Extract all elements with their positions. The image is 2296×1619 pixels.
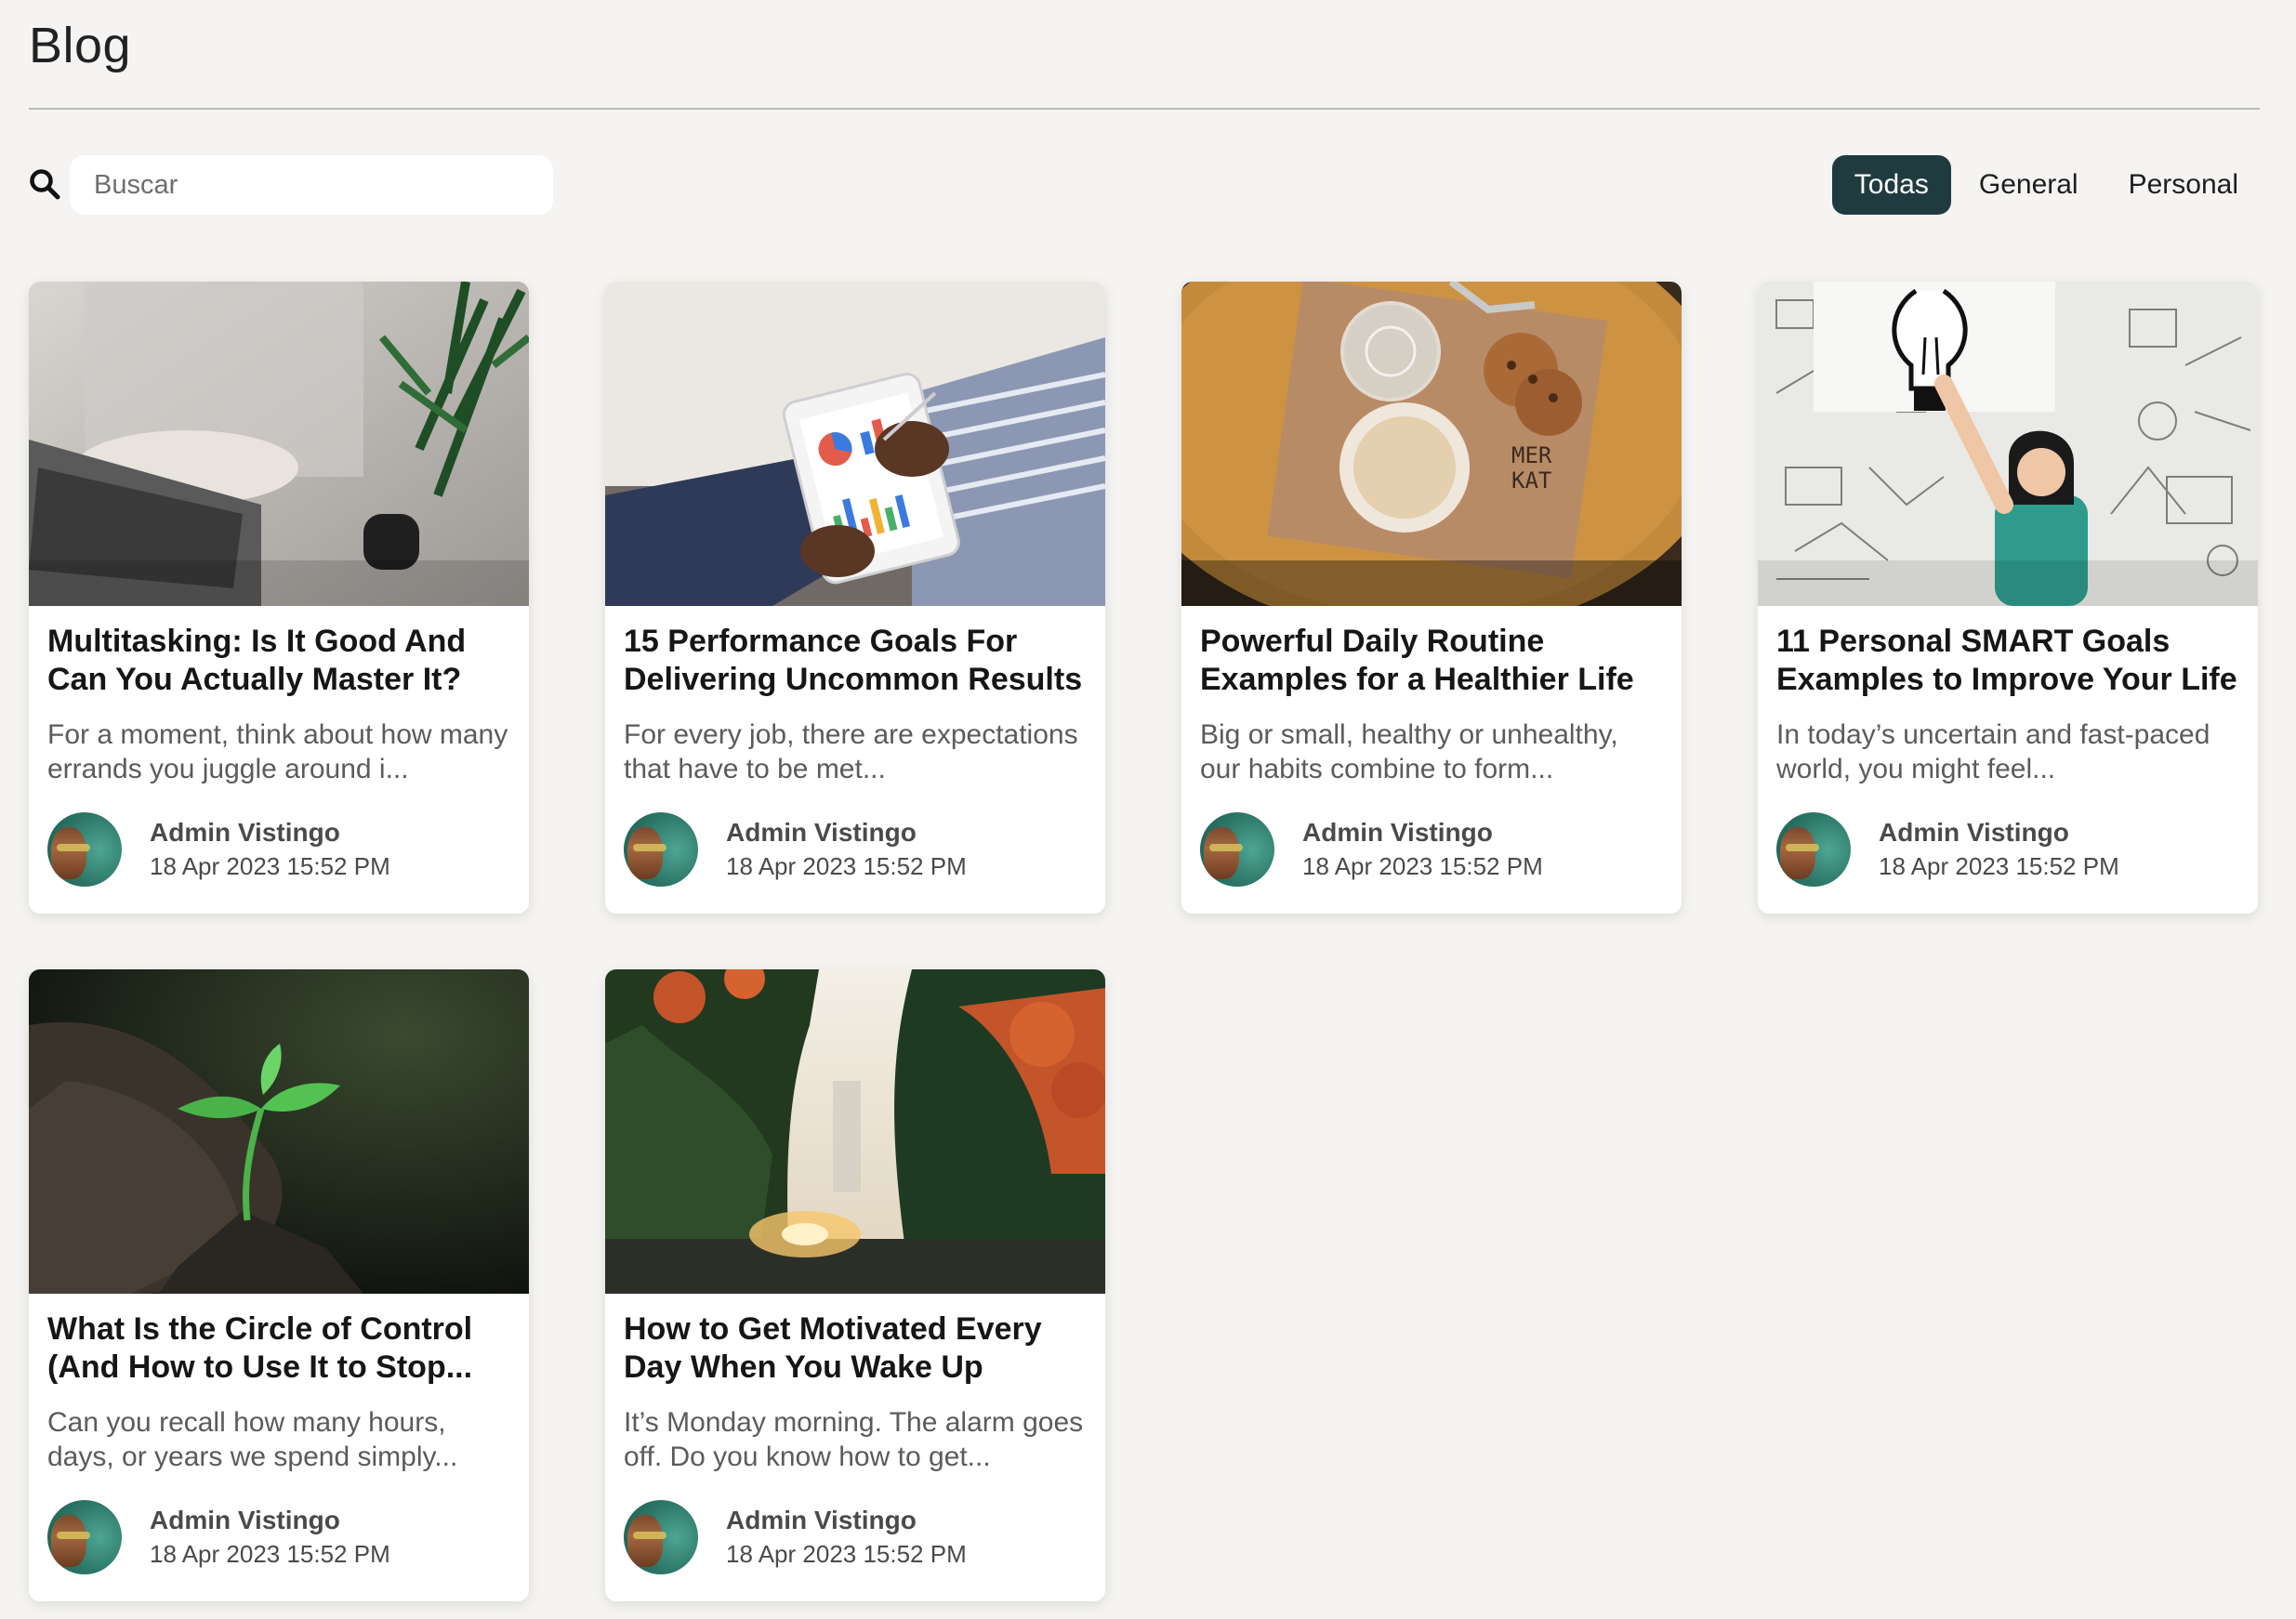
post-title[interactable]: What Is the Circle of Control (And How t…	[47, 1310, 510, 1387]
post-date: 18 Apr 2023 15:52 PM	[726, 852, 967, 880]
post-image-sprout[interactable]	[29, 969, 529, 1294]
header-divider	[29, 108, 2260, 110]
author-avatar	[1776, 812, 1851, 887]
post-excerpt: Big or small, healthy or unhealthy, our …	[1200, 719, 1618, 784]
post-title[interactable]: Multitasking: Is It Good And Can You Act…	[47, 623, 510, 699]
filter-todas[interactable]: Todas	[1831, 155, 1951, 215]
post-image-lightbulb[interactable]	[1758, 282, 2258, 606]
post-date: 18 Apr 2023 15:52 PM	[726, 1540, 967, 1568]
post-image-coffee[interactable]: MER KAT	[1181, 282, 1682, 606]
post-excerpt: Can you recall how many hours, days, or …	[47, 1407, 458, 1472]
post-date: 18 Apr 2023 15:52 PM	[1302, 852, 1543, 880]
post-image-tablet[interactable]	[605, 282, 1105, 606]
post-card[interactable]: How to Get Motivated Every Day When You …	[605, 969, 1105, 1601]
author-name: Admin Vistingo	[1879, 818, 2069, 847]
post-date: 18 Apr 2023 15:52 PM	[150, 1540, 390, 1568]
svg-text:MER: MER	[1511, 442, 1552, 468]
svg-text:KAT: KAT	[1511, 467, 1551, 494]
post-author: Admin Vistingo 18 Apr 2023 15:52 PM	[1776, 812, 2239, 887]
post-title[interactable]: 15 Performance Goals For Delivering Unco…	[624, 623, 1087, 699]
author-name: Admin Vistingo	[726, 818, 917, 847]
post-card[interactable]: 11 Personal SMART Goals Examples to Impr…	[1758, 282, 2258, 914]
author-name: Admin Vistingo	[1302, 818, 1493, 847]
author-name: Admin Vistingo	[150, 1506, 340, 1534]
post-author: Admin Vistingo 18 Apr 2023 15:52 PM	[1200, 812, 1663, 887]
author-name: Admin Vistingo	[726, 1506, 917, 1534]
author-avatar	[624, 812, 698, 887]
search-icon[interactable]	[29, 168, 60, 200]
post-date: 18 Apr 2023 15:52 PM	[150, 852, 390, 880]
page-title: Blog	[29, 18, 132, 73]
post-author: Admin Vistingo 18 Apr 2023 15:52 PM	[47, 1500, 510, 1574]
post-image-laptop[interactable]	[29, 282, 529, 606]
post-date: 18 Apr 2023 15:52 PM	[1879, 852, 2119, 880]
post-card[interactable]: Multitasking: Is It Good And Can You Act…	[29, 282, 529, 914]
post-excerpt: For a moment, think about how many erran…	[47, 719, 508, 784]
post-title[interactable]: Powerful Daily Routine Examples for a He…	[1200, 623, 1663, 699]
post-author: Admin Vistingo 18 Apr 2023 15:52 PM	[624, 1500, 1087, 1574]
blog-page: Blog Todas General Personal	[0, 0, 2296, 1619]
author-name: Admin Vistingo	[150, 818, 340, 847]
post-title[interactable]: 11 Personal SMART Goals Examples to Impr…	[1776, 623, 2239, 699]
search-input[interactable]	[92, 168, 531, 202]
filter-general[interactable]: General	[1957, 155, 2101, 215]
author-avatar	[1200, 812, 1274, 887]
post-author: Admin Vistingo 18 Apr 2023 15:52 PM	[624, 812, 1087, 887]
post-card[interactable]: MER KAT Powerful Daily Routine Examples …	[1181, 282, 1682, 914]
filter-personal[interactable]: Personal	[2106, 155, 2261, 215]
post-excerpt: For every job, there are expectations th…	[624, 719, 1078, 784]
post-excerpt: In today’s uncertain and fast-paced worl…	[1776, 719, 2210, 784]
post-card[interactable]: 15 Performance Goals For Delivering Unco…	[605, 282, 1105, 914]
post-author: Admin Vistingo 18 Apr 2023 15:52 PM	[47, 812, 510, 887]
post-image-trees[interactable]	[605, 969, 1105, 1294]
post-excerpt: It’s Monday morning. The alarm goes off.…	[624, 1407, 1084, 1472]
category-filters: Todas General Personal	[1831, 155, 2261, 215]
author-avatar	[47, 812, 122, 887]
post-title[interactable]: How to Get Motivated Every Day When You …	[624, 1310, 1087, 1387]
post-card[interactable]: What Is the Circle of Control (And How t…	[29, 969, 529, 1601]
author-avatar	[624, 1500, 698, 1574]
search-field[interactable]	[70, 155, 553, 215]
author-avatar	[47, 1500, 122, 1574]
